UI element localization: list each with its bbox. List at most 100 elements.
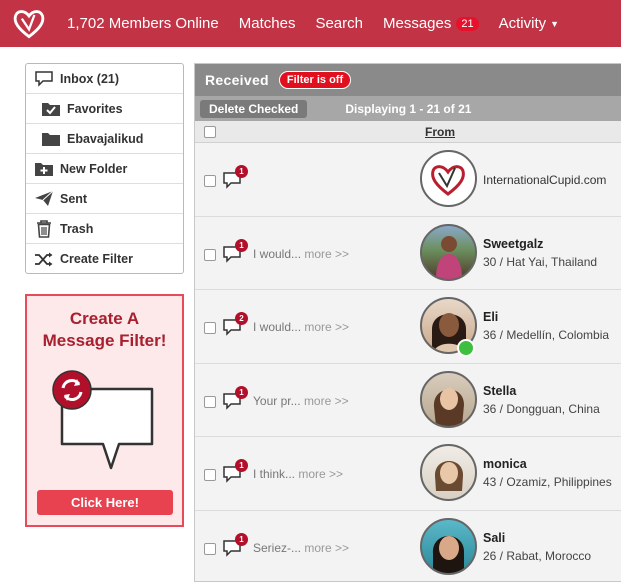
unread-count-badge: 1	[235, 165, 248, 178]
search-link[interactable]: Search	[315, 15, 363, 32]
sender-name[interactable]: Sali	[483, 531, 505, 545]
promo-title-line1: Create A	[69, 309, 140, 328]
sidebar-item-new-folder[interactable]: New Folder	[26, 154, 183, 184]
sender-name[interactable]: Eli	[483, 310, 498, 324]
activity-label: Activity	[498, 15, 547, 32]
message-row[interactable]: 1 Seriez-... more >> Sali 26 / Rabat, Mo…	[195, 510, 621, 581]
paper-plane-icon	[33, 190, 55, 208]
sender-site-name[interactable]: InternationalCupid.com	[483, 173, 606, 187]
click-here-button[interactable]: Click Here!	[37, 490, 173, 515]
sidebar-item-sent[interactable]: Sent	[26, 184, 183, 214]
message-snippet[interactable]: I would... more >>	[253, 320, 349, 334]
row-checkbox[interactable]	[204, 175, 216, 187]
more-link[interactable]: more >>	[304, 247, 349, 261]
sender-info: 36 / Medellín, Colombia	[483, 328, 610, 342]
message-row[interactable]: 1 I would... more >> Sweetgalz 30 / Hat …	[195, 216, 621, 290]
avatar[interactable]	[420, 370, 477, 428]
promo-title: Create A Message Filter!	[27, 308, 182, 352]
shuffle-icon	[33, 250, 55, 268]
new-folder-icon	[33, 160, 55, 178]
sender-name[interactable]: Sweetgalz	[483, 237, 543, 251]
message-row[interactable]: 1 I think... more >> monica 43 / Ozamiz,…	[195, 437, 621, 511]
messages-label: Messages	[382, 15, 452, 32]
sidebar-item-label: Favorites	[67, 101, 123, 116]
person-photo-icon	[434, 461, 464, 491]
received-messages-panel: Received Filter is off Delete Checked Di…	[194, 63, 621, 582]
folder-icon	[40, 130, 62, 148]
sidebar-item-label: Ebavajalikud	[67, 131, 144, 146]
filter-status-badge[interactable]: Filter is off	[278, 71, 352, 89]
sidebar-item-label: Create Filter	[60, 252, 133, 266]
unread-count-badge: 1	[235, 532, 248, 546]
sidebar-item-label: Sent	[60, 191, 88, 206]
trash-icon	[33, 219, 55, 238]
online-status-indicator	[457, 339, 475, 357]
panel-toolbar: Delete Checked Displaying 1 - 21 of 21	[195, 96, 621, 121]
cupid-heart-logo-icon	[431, 165, 465, 196]
unread-count-badge: 1	[235, 238, 248, 252]
matches-link[interactable]: Matches	[239, 15, 296, 32]
panel-title: Received	[205, 72, 269, 88]
delete-checked-button[interactable]: Delete Checked	[200, 99, 308, 118]
snippet-text: Seriez-...	[253, 540, 302, 555]
more-link[interactable]: more >>	[298, 467, 343, 481]
person-photo-icon	[436, 235, 462, 279]
sidebar-item-create-filter[interactable]: Create Filter	[26, 244, 183, 274]
sidebar-item-label: Inbox (21)	[60, 71, 120, 86]
from-column-header[interactable]: From	[425, 125, 455, 139]
sidebar-item-favorites[interactable]: Favorites	[26, 94, 183, 124]
row-checkbox[interactable]	[204, 542, 216, 555]
sidebar-item-ebavajalikud[interactable]: Ebavajalikud	[26, 124, 183, 154]
sender-info: 26 / Rabat, Morocco	[483, 548, 592, 563]
message-snippet[interactable]: Seriez-... more >>	[253, 541, 349, 555]
row-checkbox[interactable]	[204, 322, 216, 334]
sender-info: 30 / Hat Yai, Thailand	[483, 254, 598, 269]
message-snippet[interactable]: I would... more >>	[253, 247, 349, 261]
row-checkbox[interactable]	[204, 248, 216, 261]
messages-link[interactable]: Messages 21	[383, 15, 479, 32]
create-filter-promo: Create A Message Filter! Click Here!	[25, 294, 184, 527]
message-row[interactable]: 1 InternationalCupid.com	[195, 143, 621, 217]
row-checkbox[interactable]	[204, 469, 216, 481]
avatar[interactable]	[420, 517, 477, 575]
avatar[interactable]	[420, 150, 477, 207]
sender-info: 36 / Dongguan, China	[483, 401, 600, 416]
snippet-text: I would...	[253, 320, 302, 334]
caret-down-icon: ▼	[550, 18, 560, 29]
avatar[interactable]	[420, 444, 477, 501]
sender-name[interactable]: Stella	[483, 384, 516, 398]
snippet-text: I would...	[253, 246, 302, 261]
sender-name[interactable]: monica	[483, 457, 527, 471]
row-checkbox[interactable]	[204, 395, 216, 408]
more-link[interactable]: more >>	[304, 320, 349, 334]
sidebar-item-label: Trash	[60, 221, 94, 236]
unread-count-badge: 1	[235, 459, 248, 472]
sidebar-item-trash[interactable]: Trash	[26, 214, 183, 244]
members-online-link[interactable]: 1,702 Members Online	[67, 15, 219, 32]
favorites-check-icon	[40, 100, 62, 118]
sidebar-item-label: New Folder	[60, 161, 128, 176]
filter-speech-bubble-icon	[52, 370, 154, 470]
message-snippet[interactable]: I think... more >>	[253, 467, 343, 481]
more-link[interactable]: more >>	[304, 541, 349, 555]
message-row[interactable]: 1 Your pr... more >> Stella 36 / Donggua…	[195, 363, 621, 437]
message-row[interactable]: 2 I would... more >> Eli 36 / Medellín, …	[195, 290, 621, 364]
message-snippet[interactable]: Your pr... more >>	[253, 394, 349, 408]
person-photo-icon	[433, 387, 464, 426]
promo-title-line2: Message Filter!	[42, 331, 167, 350]
unread-count-badge: 1	[235, 385, 248, 399]
sender-info: 43 / Ozamiz, Philippines	[483, 475, 612, 489]
unread-count-badge: 2	[235, 312, 248, 325]
top-nav-bar: 1,702 Members Online Matches Search Mess…	[0, 0, 621, 47]
messages-count-badge: 21	[456, 16, 479, 31]
activity-menu[interactable]: Activity ▼	[499, 15, 559, 32]
sidebar-item-inbox[interactable]: Inbox (21)	[26, 64, 183, 94]
folder-sidebar: Inbox (21) Favorites Ebavajalikud New Fo…	[25, 63, 184, 274]
heart-logo-icon[interactable]	[11, 6, 47, 42]
more-link[interactable]: more >>	[304, 394, 349, 408]
snippet-text: Your pr...	[253, 393, 301, 408]
column-header: From	[195, 121, 621, 143]
select-all-checkbox[interactable]	[204, 126, 216, 138]
snippet-text: I think...	[253, 467, 296, 481]
avatar[interactable]	[420, 223, 477, 281]
